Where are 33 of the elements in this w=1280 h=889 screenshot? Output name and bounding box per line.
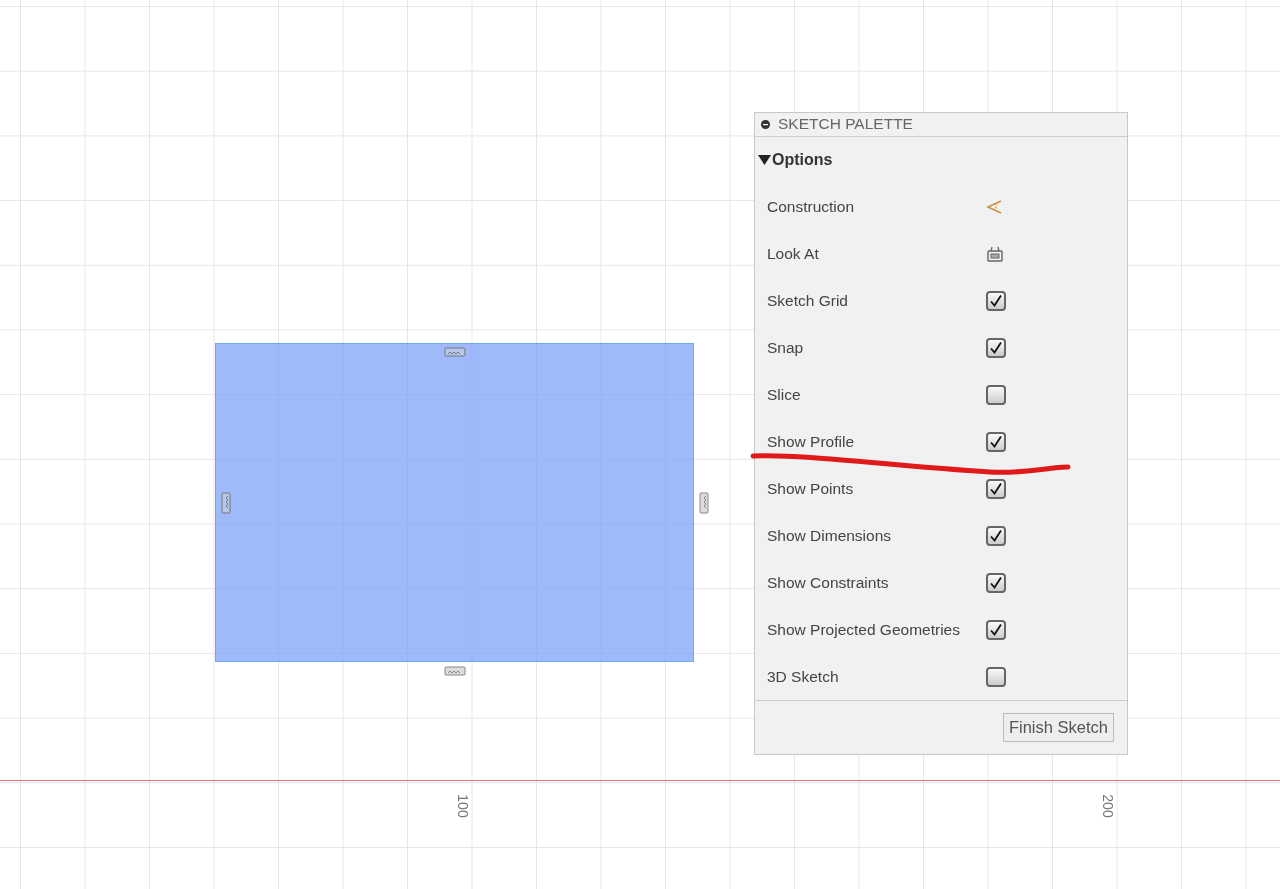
checkbox[interactable]: [986, 525, 1006, 546]
dimension-handle-icon: [699, 492, 709, 514]
dimension-handle-icon: [444, 666, 466, 676]
finish-sketch-button[interactable]: Finish Sketch: [1002, 713, 1114, 743]
dimension-handle-icon: [221, 492, 231, 514]
axis-label: 100: [454, 794, 471, 818]
dimension-handle-icon: [444, 347, 466, 357]
options-section-header[interactable]: Options: [755, 136, 1127, 184]
checkbox[interactable]: [986, 572, 1006, 593]
option-label: Show Projected Geometries: [767, 620, 961, 639]
option-label: Show Profile: [767, 432, 855, 451]
checkbox[interactable]: [986, 290, 1006, 311]
collapse-icon[interactable]: [761, 119, 770, 129]
palette-title: SKETCH PALETTE: [778, 115, 913, 134]
checkbox[interactable]: [986, 666, 1006, 687]
axis-label: 200: [1099, 794, 1116, 818]
checkbox[interactable]: [986, 337, 1006, 358]
expanded-triangle-icon: [758, 154, 771, 167]
section-label: Options: [772, 151, 833, 170]
checkbox[interactable]: [986, 384, 1006, 405]
checkbox[interactable]: [986, 431, 1006, 452]
option-label: Look At: [767, 244, 820, 263]
checkbox[interactable]: [986, 478, 1006, 499]
option-label: Construction: [767, 197, 855, 216]
option-label: Snap: [767, 338, 805, 357]
option-label: 3D Sketch: [767, 667, 840, 686]
option-label: Show Points: [767, 479, 855, 498]
camera-box-icon[interactable]: [986, 245, 1004, 262]
checkbox[interactable]: [986, 619, 1006, 640]
option-label: Slice: [767, 385, 802, 404]
option-label: Sketch Grid: [767, 291, 849, 310]
option-label: Show Constraints: [767, 573, 890, 592]
option-label: Show Dimensions: [767, 526, 893, 545]
